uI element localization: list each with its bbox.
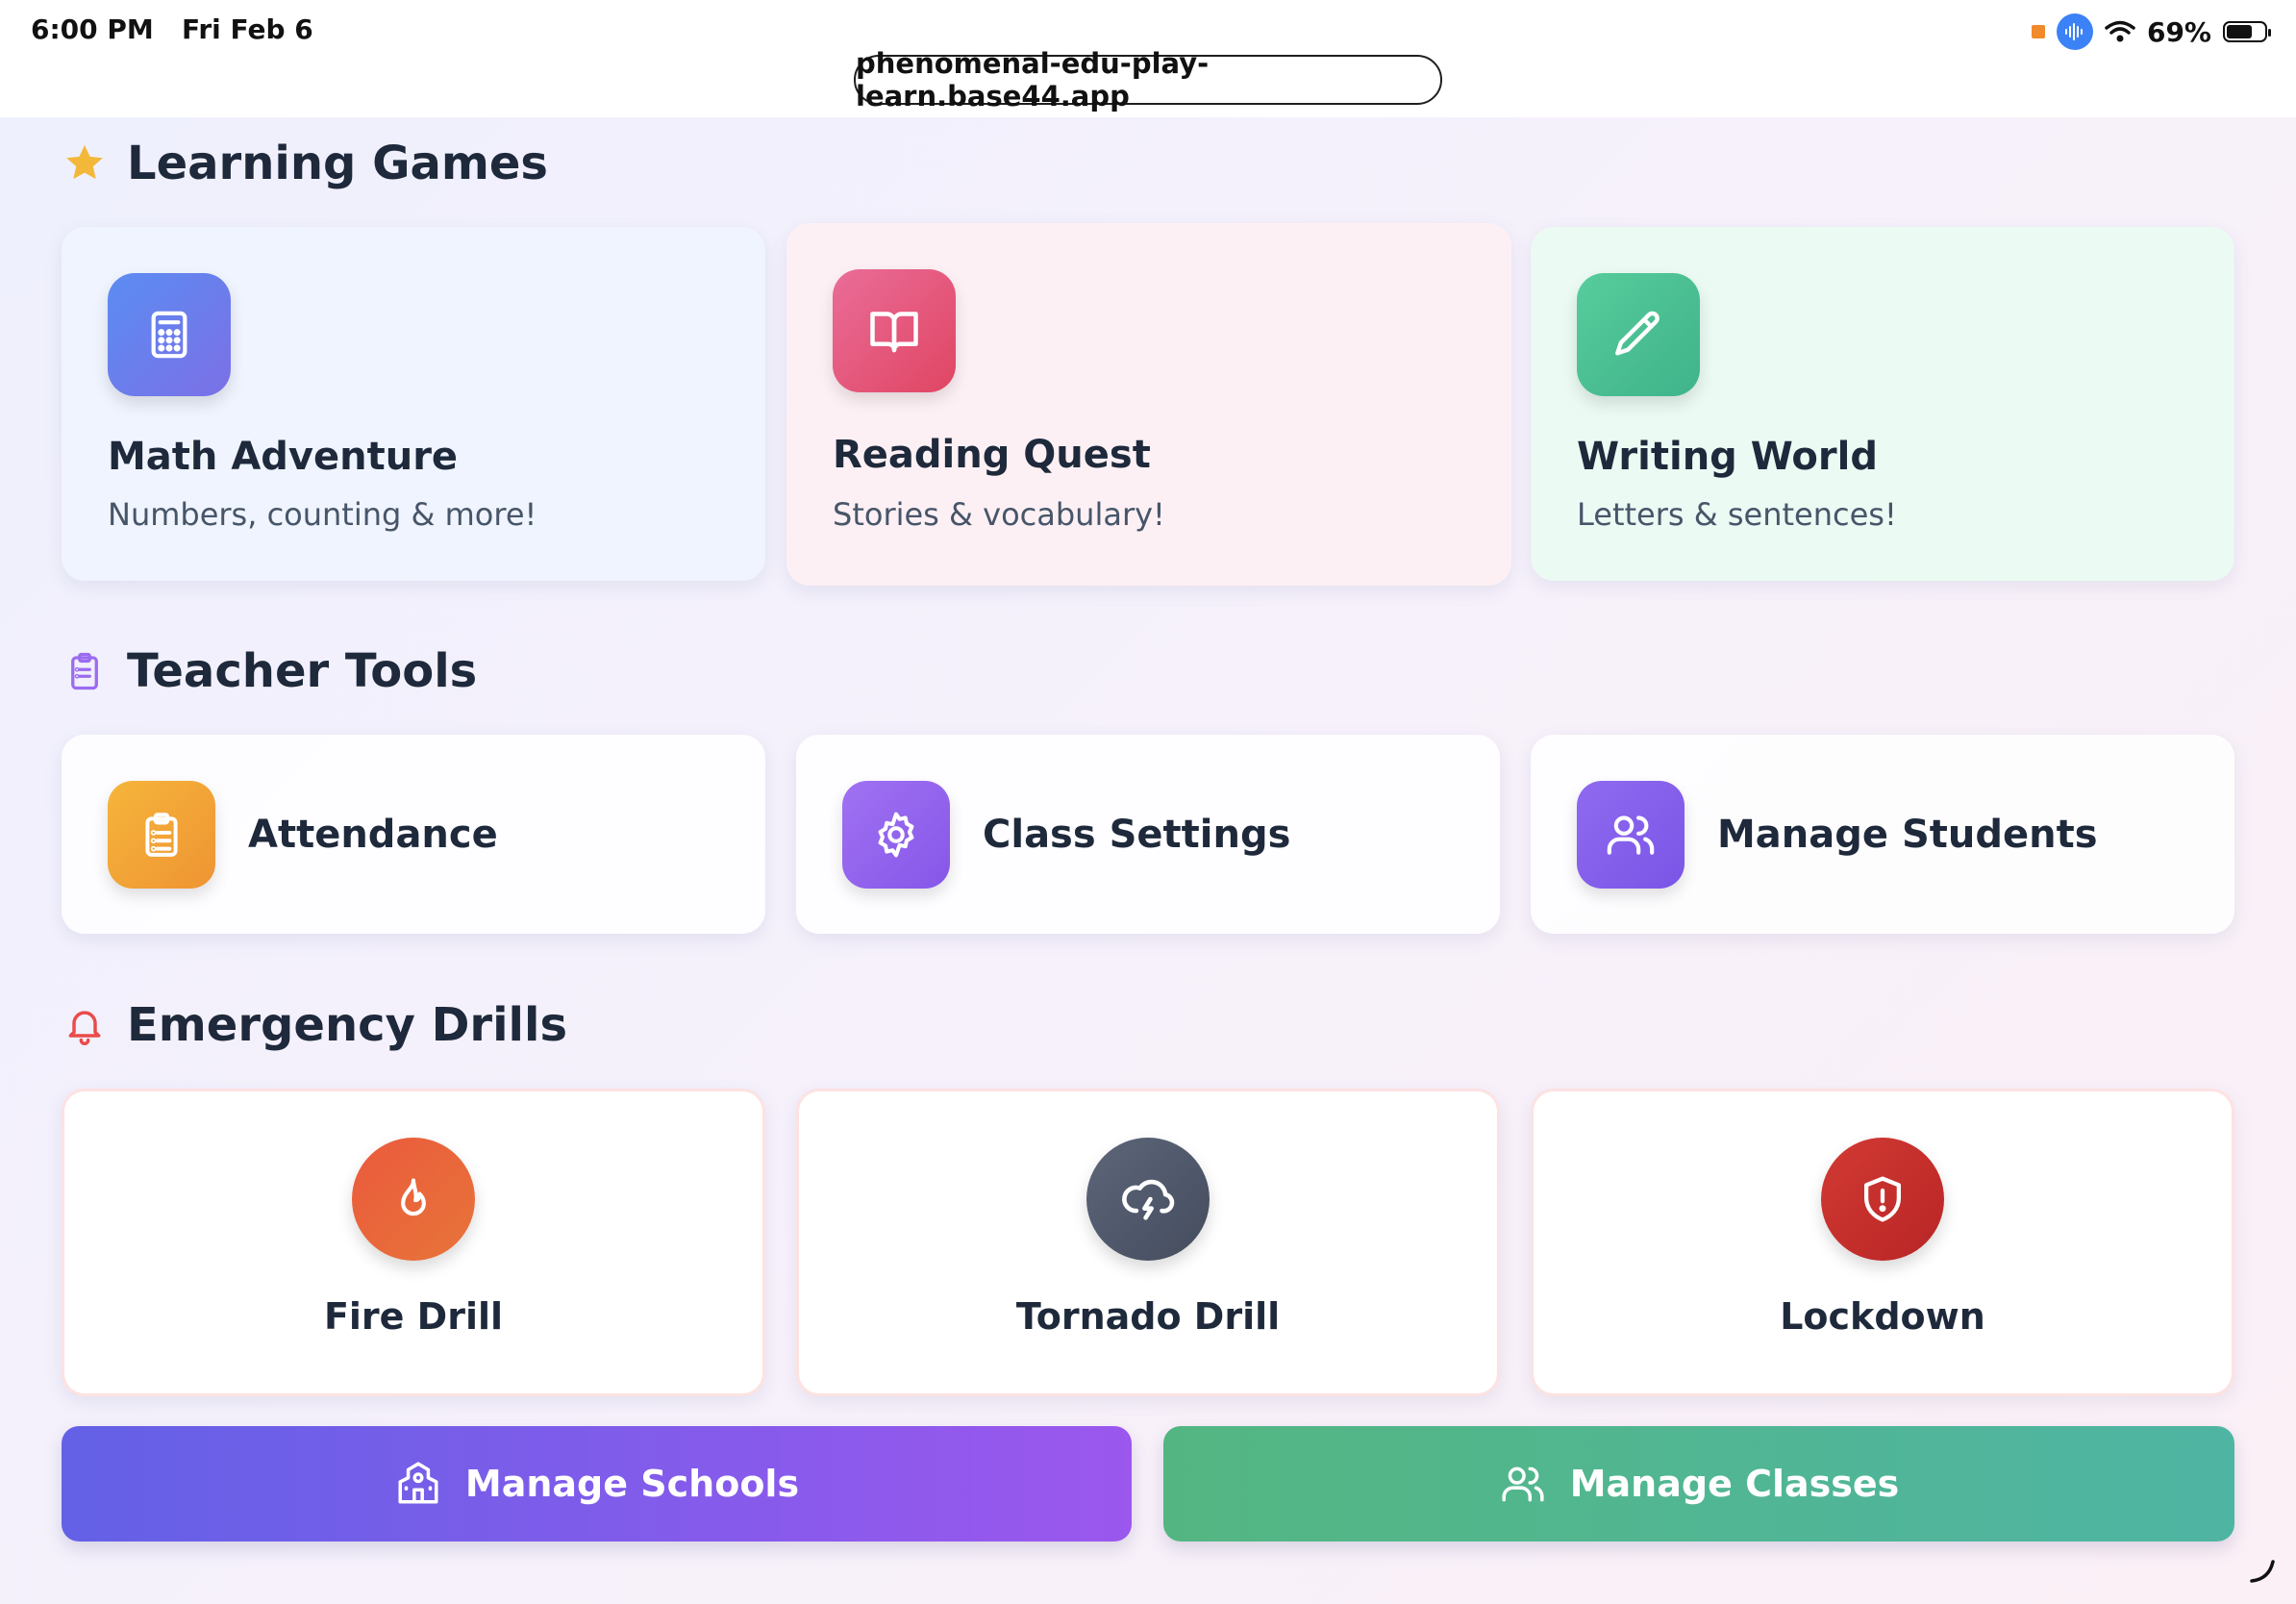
wifi-icon [2105,20,2135,42]
tornado-drill-card[interactable]: Tornado Drill [796,1089,1500,1396]
book-open-icon [833,269,956,392]
manage-students-card[interactable]: Manage Students [1531,735,2234,934]
section-title: Emergency Drills [127,998,568,1052]
card-subtitle: Letters & sentences! [1577,496,1897,533]
class-settings-card[interactable]: Class Settings [796,735,1500,934]
shield-alert-icon [1821,1138,1944,1261]
school-icon [398,1462,438,1504]
card-title: Fire Drill [323,1295,504,1338]
star-icon [62,140,108,187]
url-bar[interactable]: phenomenal-edu-play-learn.base44.app [854,47,1442,113]
card-title: Manage Students [1717,812,2098,857]
teacher-tools-heading: Teacher Tools [62,644,477,698]
resize-handle-icon[interactable] [2248,1556,2277,1585]
card-title: Class Settings [983,812,1291,857]
writing-world-card[interactable]: Writing World Letters & sentences! [1531,227,2234,581]
card-title: Writing World [1577,435,1878,479]
flame-icon [352,1138,475,1261]
card-subtitle: Stories & vocabulary! [833,496,1165,533]
card-title: Reading Quest [833,433,1151,477]
audio-wave-icon [2056,13,2093,50]
manage-schools-label: Manage Schools [464,1463,800,1505]
manage-classes-button[interactable]: Manage Classes [1163,1426,2234,1541]
section-title: Teacher Tools [127,644,478,698]
lockdown-card[interactable]: Lockdown [1531,1089,2234,1396]
gear-icon [842,780,950,889]
storm-cloud-icon [1086,1138,1210,1261]
emergency-drills-heading: Emergency Drills [62,998,567,1052]
reading-quest-card[interactable]: Reading Quest Stories & vocabulary! [786,223,1511,586]
battery-level-fill [2227,25,2253,38]
card-title: Tornado Drill [1015,1295,1281,1338]
clipboard-list-icon [62,648,108,694]
battery-icon [2223,21,2271,42]
attendance-card[interactable]: Attendance [62,735,765,934]
clipboard-icon [108,780,215,889]
users-icon [1577,780,1685,889]
calculator-icon [108,273,231,396]
learning-games-heading: Learning Games [62,137,548,190]
bell-icon [62,1002,108,1048]
math-adventure-card[interactable]: Math Adventure Numbers, counting & more! [62,227,765,581]
card-title: Lockdown [1780,1295,1985,1338]
pencil-icon [1577,273,1700,396]
fire-drill-card[interactable]: Fire Drill [62,1089,765,1396]
section-title: Learning Games [127,137,548,190]
status-bar: 6:00 PM Fri Feb 6 69% phenomenal-edu-pla… [0,0,2296,117]
card-title: Math Adventure [108,435,459,479]
status-date: Fri Feb 6 [182,13,313,45]
card-subtitle: Numbers, counting & more! [108,496,537,533]
url-text: phenomenal-edu-play-learn.base44.app [856,47,1210,113]
status-indicators: 69% [2031,13,2271,50]
users-icon [1502,1466,1544,1502]
manage-schools-button[interactable]: Manage Schools [62,1426,1132,1541]
status-time: 6:00 PM Fri Feb 6 [31,13,313,45]
battery-percent: 69% [2146,15,2211,48]
recording-indicator-icon [2031,25,2045,38]
card-title: Attendance [248,812,498,857]
manage-classes-label: Manage Classes [1569,1463,1900,1505]
